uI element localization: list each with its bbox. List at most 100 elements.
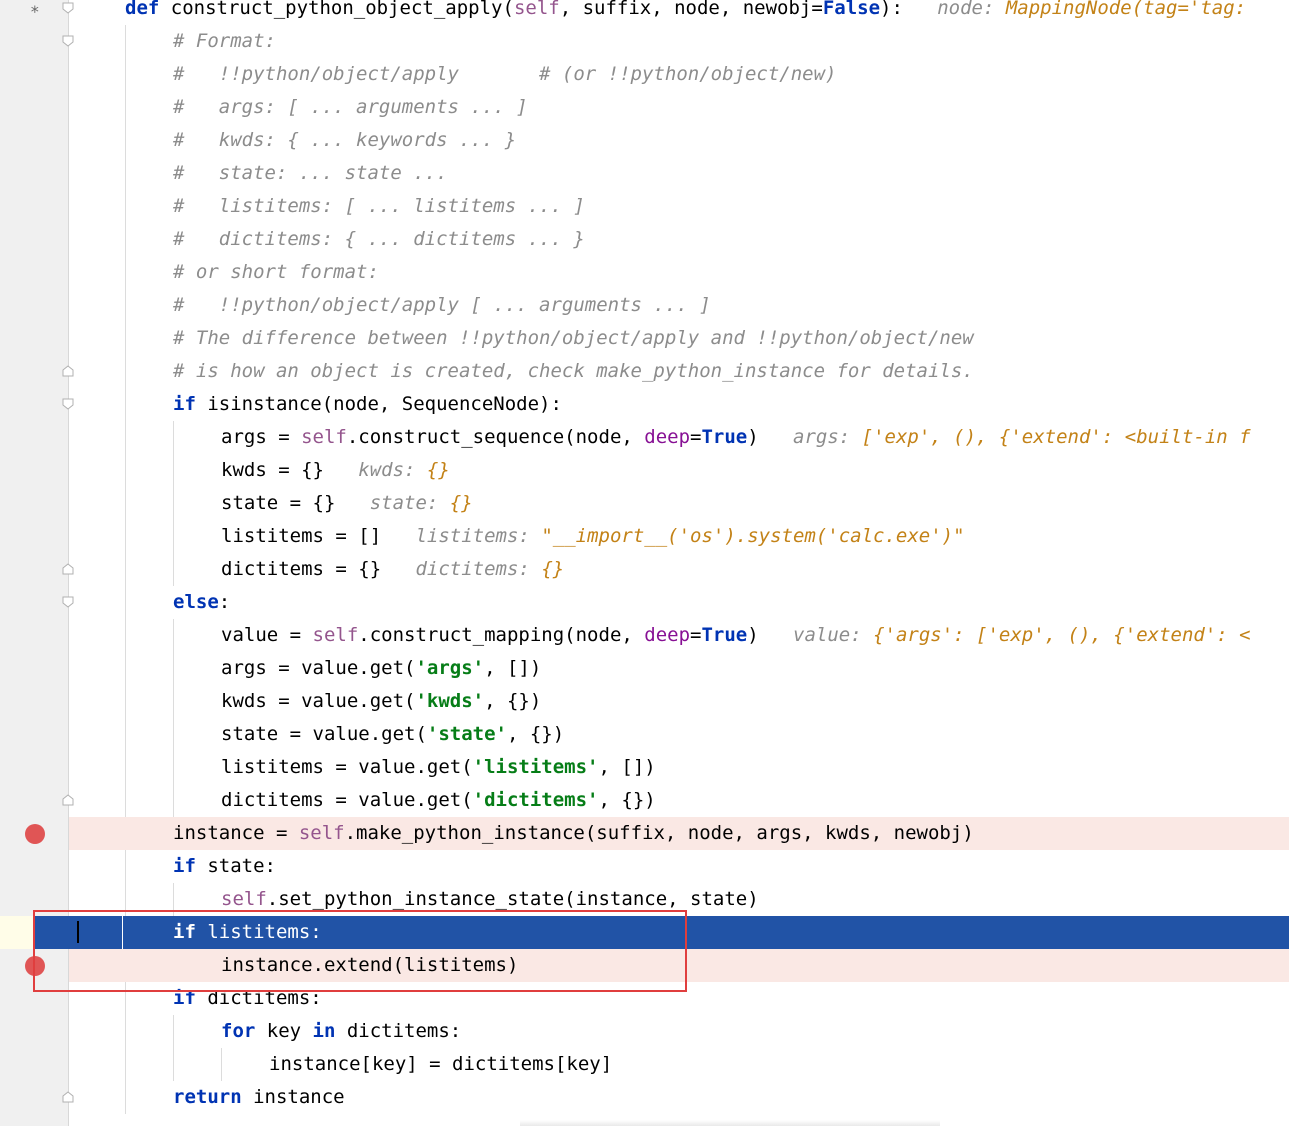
breakpoint-icon[interactable] [25, 824, 45, 844]
code-line[interactable]: state = {} state: {} [0, 487, 1289, 520]
code-line[interactable]: instance = self.make_python_instance(suf… [0, 817, 1289, 850]
inline-debug-value: ['exp', (), {'extend': <built-in f [861, 426, 1251, 448]
code-text: # is how an object is created, check mak… [173, 360, 974, 382]
fold-open-icon[interactable] [62, 596, 74, 608]
code-text: value = self.construct_mapping(node, dee… [221, 624, 1251, 646]
code-token: if [173, 987, 208, 1009]
inline-debug-value: args: [781, 426, 862, 448]
code-token: # !!python/object/apply [ ... arguments … [173, 294, 711, 316]
breakpoint-icon[interactable] [25, 956, 45, 976]
code-line[interactable]: self.set_python_instance_state(instance,… [0, 883, 1289, 916]
fold-open-icon[interactable] [62, 35, 74, 47]
fold-end-icon[interactable] [62, 563, 74, 575]
code-token: state = {} [221, 492, 359, 514]
fold-open-icon[interactable] [62, 398, 74, 410]
code-token: args = [221, 426, 302, 448]
code-line[interactable]: def construct_python_object_apply(self, … [0, 0, 1289, 25]
code-token: , {}) [506, 723, 565, 745]
text-caret [77, 921, 79, 943]
code-line[interactable]: # listitems: [ ... listitems ... ] [0, 190, 1289, 223]
code-token: kwds = value.get( [221, 690, 416, 712]
code-line[interactable]: if isinstance(node, SequenceNode): [0, 388, 1289, 421]
fold-open-icon[interactable] [62, 2, 74, 14]
fold-end-icon[interactable] [62, 794, 74, 806]
code-text: dictitems = value.get('dictitems', {}) [221, 789, 656, 811]
code-line[interactable]: state = value.get('state', {}) [0, 718, 1289, 751]
inline-debug-value: listitems: [404, 525, 542, 547]
code-line[interactable]: # dictitems: { ... dictitems ... } [0, 223, 1289, 256]
fold-end-icon[interactable] [62, 1091, 74, 1103]
inline-debug-value: dictitems: [404, 558, 542, 580]
code-token: # args: [ ... arguments ... ] [173, 96, 528, 118]
code-line[interactable]: # The difference between !!python/object… [0, 322, 1289, 355]
code-token: construct_python_object_apply( [170, 0, 514, 19]
code-text: # !!python/object/apply # (or !!python/o… [173, 63, 836, 85]
code-token: state = value.get( [221, 723, 427, 745]
code-token: isinstance(node, SequenceNode): [207, 393, 562, 415]
code-line[interactable]: value = self.construct_mapping(node, dee… [0, 619, 1289, 652]
code-token: , {}) [598, 789, 656, 811]
code-line[interactable]: args = value.get('args', []) [0, 652, 1289, 685]
code-token: # Format: [173, 30, 276, 52]
code-text: # Format: [173, 30, 276, 52]
code-token: ): [880, 0, 926, 19]
code-editor[interactable]: def construct_python_object_apply(self, … [0, 0, 1289, 1126]
fold-end-icon[interactable] [62, 365, 74, 377]
code-token: value = [221, 624, 313, 646]
code-token: .construct_sequence(node, [346, 426, 645, 448]
inline-debug-value: MappingNode(tag='tag: [1005, 0, 1247, 19]
code-line[interactable]: if listitems: [0, 916, 1289, 949]
current-line-gutter-highlight [0, 916, 34, 949]
code-text: # kwds: { ... keywords ... } [173, 129, 516, 151]
code-line[interactable]: # state: ... state ... [0, 157, 1289, 190]
code-line[interactable]: # !!python/object/apply # (or !!python/o… [0, 58, 1289, 91]
code-line[interactable]: kwds = {} kwds: {} [0, 454, 1289, 487]
code-line[interactable]: listitems = value.get('listitems', []) [0, 751, 1289, 784]
inline-debug-value: {} [541, 558, 565, 580]
code-line[interactable]: # or short format: [0, 256, 1289, 289]
code-line[interactable]: # is how an object is created, check mak… [0, 355, 1289, 388]
code-line[interactable]: instance.extend(listitems) [0, 949, 1289, 982]
code-line[interactable]: kwds = value.get('kwds', {}) [0, 685, 1289, 718]
code-text: args = self.construct_sequence(node, dee… [221, 426, 1251, 448]
code-text: state = value.get('state', {}) [221, 723, 564, 745]
code-token: = [690, 426, 702, 448]
code-token: = [690, 624, 702, 646]
code-token: 'listitems' [472, 756, 599, 778]
code-line[interactable]: for key in dictitems: [0, 1015, 1289, 1048]
code-line[interactable]: listitems = [] listitems: "__import__('o… [0, 520, 1289, 553]
code-line[interactable]: return instance [0, 1081, 1289, 1114]
code-token: False [822, 0, 881, 19]
code-token: , suffix, node, newobj= [559, 0, 823, 19]
code-text: state = {} state: {} [221, 492, 473, 514]
code-text: # or short format: [173, 261, 379, 283]
code-text: # dictitems: { ... dictitems ... } [173, 228, 585, 250]
code-text: # The difference between !!python/object… [173, 327, 974, 349]
code-text: listitems = value.get('listitems', []) [221, 756, 656, 778]
code-text: args = value.get('args', []) [221, 657, 541, 679]
code-line[interactable]: # args: [ ... arguments ... ] [0, 91, 1289, 124]
code-line[interactable]: # Format: [0, 25, 1289, 58]
code-token: # is how an object is created, check mak… [173, 360, 974, 382]
code-line[interactable]: else: [0, 586, 1289, 619]
code-line[interactable]: dictitems = value.get('dictitems', {}) [0, 784, 1289, 817]
code-text: instance.extend(listitems) [221, 954, 518, 976]
code-token: else [173, 591, 219, 613]
code-line[interactable]: instance[key] = dictitems[key] [0, 1048, 1289, 1081]
code-token: self [312, 624, 359, 646]
code-line[interactable]: args = self.construct_sequence(node, dee… [0, 421, 1289, 454]
code-token: listitems: [207, 921, 322, 943]
code-line[interactable]: if state: [0, 850, 1289, 883]
code-token: if [173, 921, 208, 943]
inline-debug-value: value: [781, 624, 874, 646]
code-line[interactable]: # !!python/object/apply [ ... arguments … [0, 289, 1289, 322]
code-text: for key in dictitems: [221, 1020, 461, 1042]
code-token: True [701, 426, 748, 448]
code-token: dictitems: [346, 1020, 462, 1042]
code-token: : [218, 591, 231, 613]
code-line[interactable]: if dictitems: [0, 982, 1289, 1015]
code-line[interactable]: dictitems = {} dictitems: {} [0, 553, 1289, 586]
code-line[interactable]: # kwds: { ... keywords ... } [0, 124, 1289, 157]
inline-debug-value: "__import__('os').system('calc.exe')" [541, 525, 965, 547]
inline-debug-value: state: [358, 492, 450, 514]
